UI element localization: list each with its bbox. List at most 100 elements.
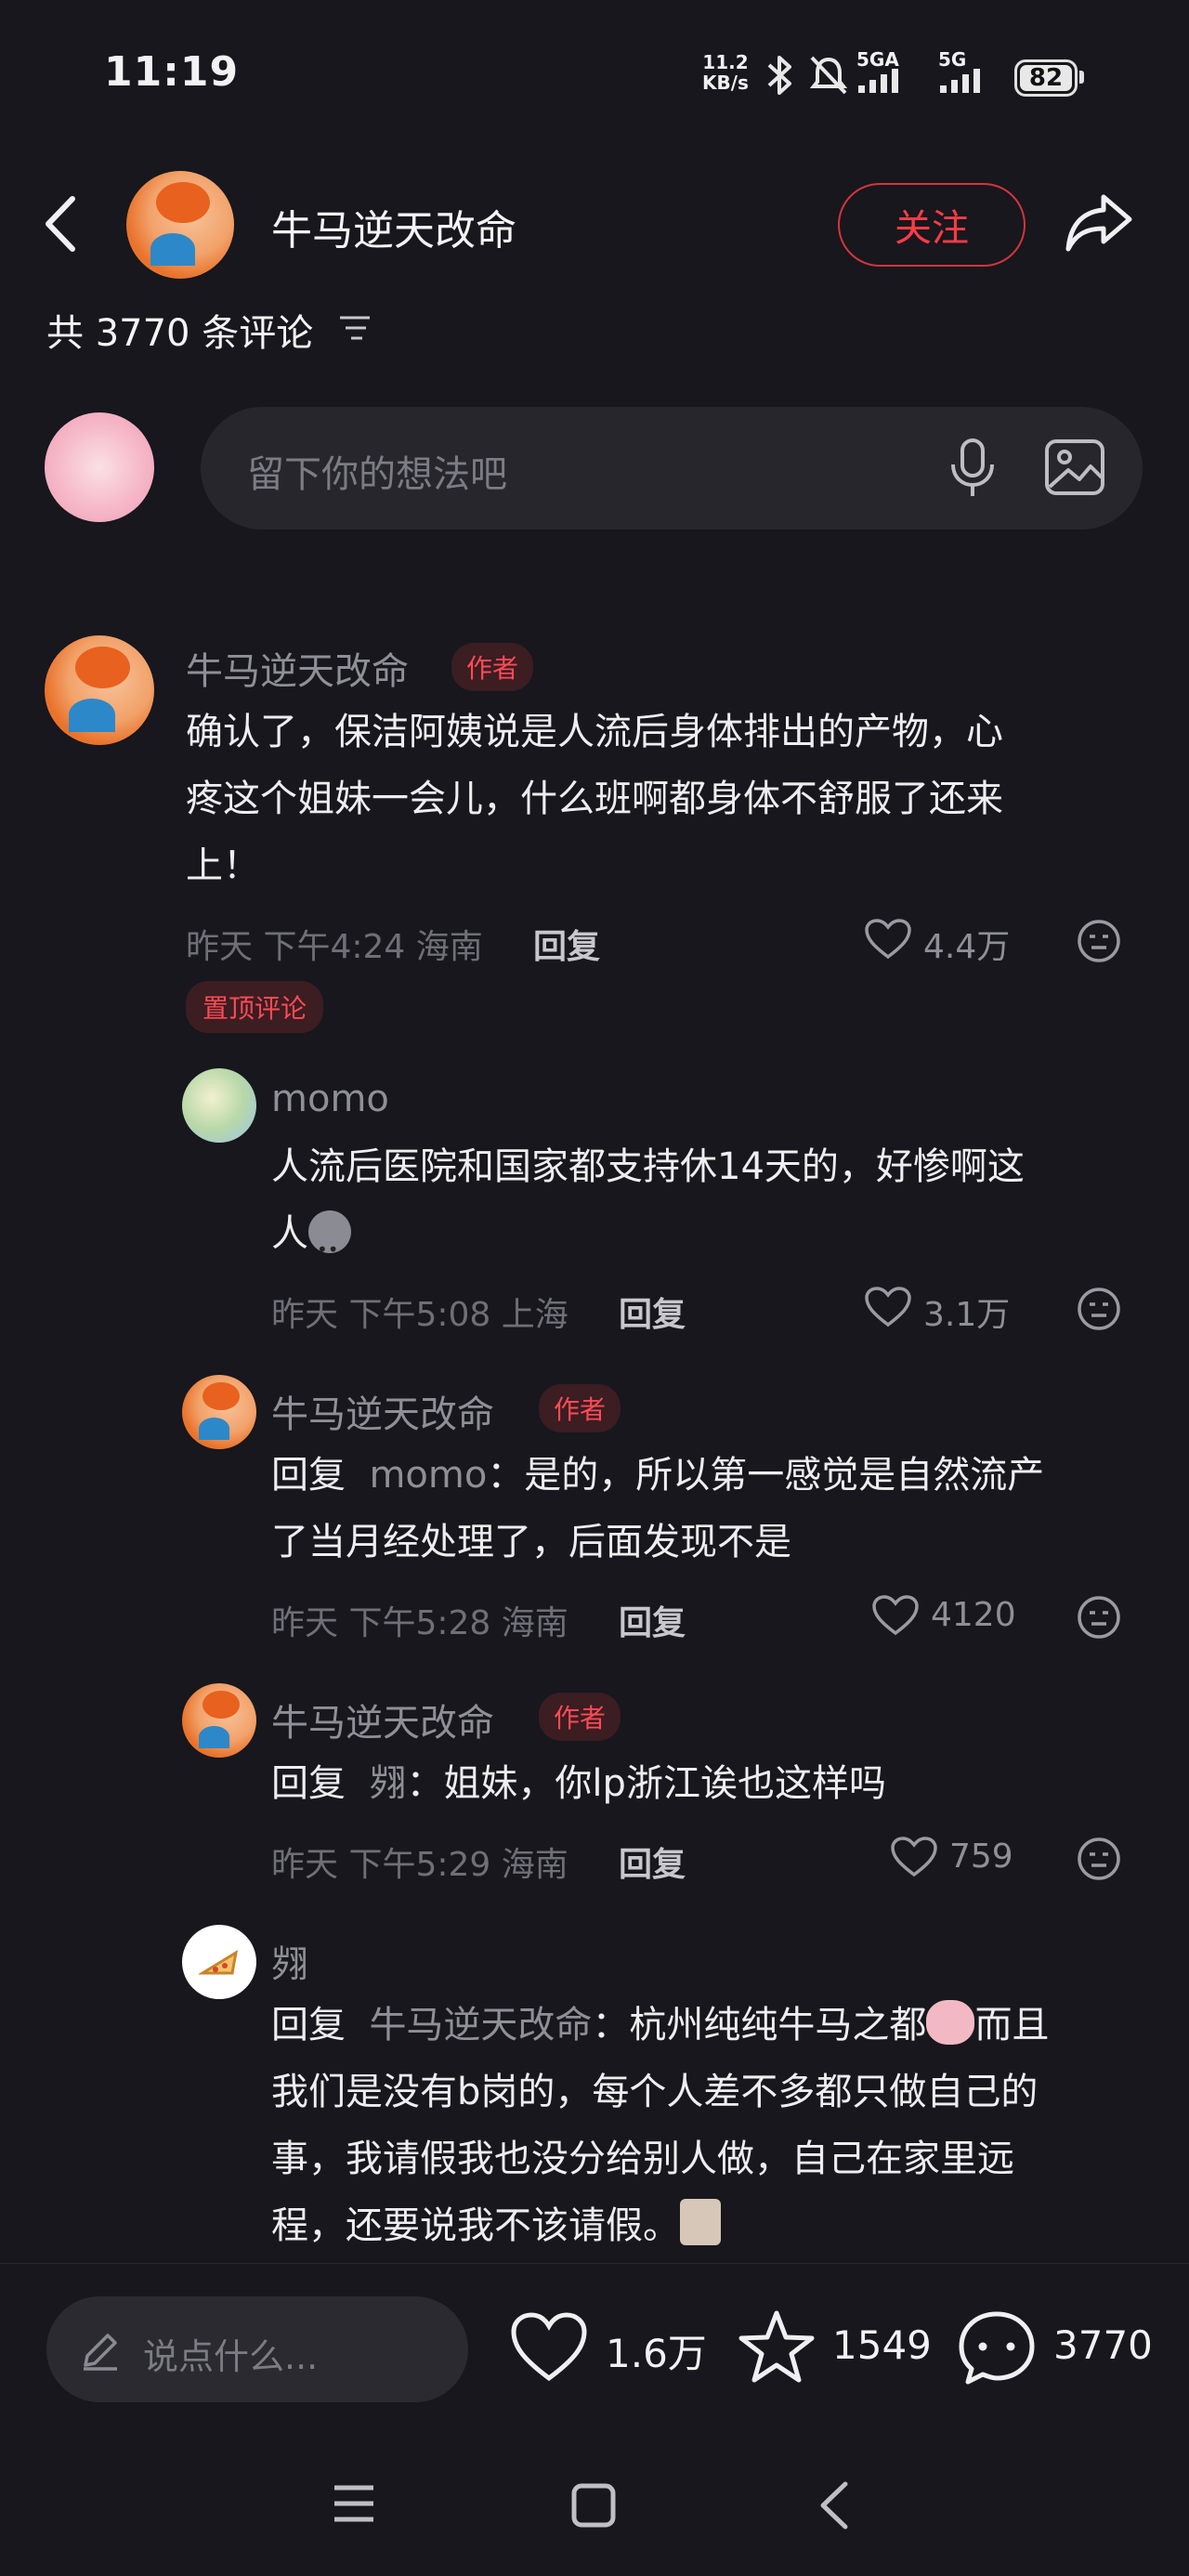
emoji-icon	[1078, 1837, 1120, 1880]
heart-icon	[872, 1595, 919, 1636]
back-arrow-icon	[46, 196, 75, 252]
signal-5ga-icon: 5GA	[856, 48, 908, 95]
like-count: 4120	[931, 1596, 1016, 1634]
commenter-avatar[interactable]	[45, 635, 154, 745]
share-icon	[1065, 194, 1132, 252]
heart-icon	[891, 1837, 937, 1877]
filter-icon	[340, 316, 370, 340]
comment-line: 事，我请假我也没分给别人做，自己在家里远	[271, 2138, 1014, 2180]
battery-tip	[1079, 71, 1084, 84]
like-button[interactable]	[890, 1836, 938, 1878]
pencil-icon	[78, 2328, 123, 2373]
comment-text: 回复 momo：是的，所以第一感觉是自然流产 了当月经处理了，后面发现不是	[271, 1442, 1044, 1576]
commenter-name[interactable]: 牛马逆天改命	[271, 1384, 494, 1438]
battery-level: 82	[1028, 64, 1064, 92]
post-favorite-count: 1549	[832, 2322, 932, 2368]
comment-text: 回复 翙：姐妹，你lp浙江诶也这样吗	[271, 1750, 886, 1817]
comment-line: 确认了，保洁阿姨说是人流后身体排出的产物，心	[186, 711, 1003, 753]
home-square-icon	[571, 2483, 616, 2528]
heart-icon	[865, 1287, 911, 1327]
comment-icon	[959, 2311, 1035, 2385]
sort-filter-button[interactable]	[336, 312, 373, 344]
like-button[interactable]	[871, 1594, 920, 1637]
microphone-icon	[951, 438, 994, 496]
network-speed-value: 11.2	[702, 51, 749, 73]
emoji-icon	[1078, 1596, 1120, 1639]
reply-button[interactable]: 回复	[533, 920, 600, 968]
share-button[interactable]	[1065, 190, 1135, 255]
network-speed-unit: KB/s	[702, 72, 749, 94]
author-tag: 作者	[451, 643, 534, 691]
commenter-name[interactable]: 牛马逆天改命	[186, 641, 409, 695]
reply-button[interactable]: 回复	[619, 1288, 686, 1336]
comment-meta: 昨天 下午4:24 海南	[186, 928, 483, 966]
back-button[interactable]	[39, 191, 82, 256]
pizza-icon	[199, 1949, 239, 1975]
emoji-icon	[1078, 920, 1120, 962]
commenter-avatar[interactable]	[182, 1375, 256, 1449]
emoji-react-button[interactable]	[1076, 1836, 1122, 1882]
heart-icon	[511, 2312, 587, 2382]
nav-home-button[interactable]	[570, 2482, 617, 2529]
back-chevron-icon	[820, 2481, 848, 2530]
reply-button[interactable]: 回复	[619, 1837, 686, 1886]
signal-5ga-label: 5GA	[856, 48, 899, 71]
author-avatar[interactable]	[126, 171, 234, 279]
author-name[interactable]: 牛马逆天改命	[271, 197, 516, 256]
commenter-name[interactable]: 翙	[271, 1934, 308, 1988]
post-comment-button[interactable]	[957, 2309, 1037, 2387]
commenter-avatar[interactable]	[182, 1068, 256, 1143]
author-tag: 作者	[539, 1384, 621, 1432]
heart-icon	[865, 919, 911, 960]
comment-input-placeholder[interactable]: 留下你的想法吧	[247, 444, 507, 498]
reply-target-name[interactable]: 牛马逆天改命	[369, 2004, 592, 2046]
voice-input-button[interactable]	[947, 437, 998, 502]
follow-button[interactable]: 关注	[838, 183, 1026, 267]
sticker-emoji-icon	[680, 2199, 721, 2245]
crying-face-emoji-icon	[926, 2000, 975, 2045]
comment-line-with-emoji: 程，还要说我不该请假。	[271, 2192, 1049, 2259]
like-button[interactable]	[864, 918, 912, 961]
comment-line: 回复 牛马逆天改命：杭州纯纯牛马之都 而且	[271, 1992, 1049, 2059]
comment-line-with-emoji: 人	[271, 1200, 1025, 1283]
post-comment-count: 3770	[1053, 2322, 1153, 2368]
nav-menu-button[interactable]	[331, 2482, 377, 2525]
comment-line: 上！	[186, 844, 260, 887]
reply-button[interactable]: 回复	[619, 1596, 686, 1644]
commenter-name[interactable]: 牛马逆天改命	[271, 1693, 494, 1746]
emoji-react-button[interactable]	[1076, 1286, 1122, 1332]
post-like-button[interactable]	[509, 2311, 589, 2384]
like-count: 3.1万	[923, 1296, 1011, 1334]
ghost-emoji-icon	[308, 1210, 351, 1283]
like-button[interactable]	[864, 1286, 912, 1328]
say-something-placeholder[interactable]: 说点什么...	[143, 2328, 318, 2379]
comment-line: 人流后医院和国家都支持休14天的，好惨啊这	[271, 1145, 1025, 1188]
emoji-react-button[interactable]	[1076, 1594, 1122, 1641]
post-favorite-button[interactable]	[738, 2308, 816, 2386]
comment-line: 人	[271, 1212, 308, 1255]
comment-line: 回复 翙：姐妹，你lp浙江诶也这样吗	[271, 1762, 886, 1805]
status-time: 11:19	[104, 48, 240, 96]
like-count: 4.4万	[923, 928, 1011, 966]
comment-meta: 昨天 下午5:08 上海	[271, 1296, 568, 1334]
comment-line: 回复 momo：是的，所以第一感觉是自然流产	[271, 1454, 1045, 1497]
comment-line: 疼这个姐妹一会儿，什么班啊都身体不舒服了还来	[186, 778, 1003, 820]
comment-line: 了当月经处理了，后面发现不是	[271, 1521, 791, 1563]
commenter-avatar[interactable]	[182, 1925, 256, 1999]
comment-count: 共 3770 条评论	[46, 312, 314, 355]
image-input-button[interactable]	[1044, 438, 1105, 496]
commenter-name[interactable]: momo	[271, 1078, 389, 1120]
commenter-avatar[interactable]	[182, 1683, 256, 1758]
comment-line: 我们是没有b岗的，每个人差不多都只做自己的	[271, 2071, 1039, 2113]
comment-meta: 昨天 下午5:28 海南	[271, 1604, 568, 1642]
post-like-count: 1.6万	[606, 2331, 707, 2376]
menu-icon	[334, 2485, 373, 2522]
emoji-react-button[interactable]	[1076, 918, 1122, 964]
mute-bell-icon	[808, 54, 849, 97]
comment-text: 回复 牛马逆天改命：杭州纯纯牛马之都 而且 我们是没有b岗的，每个人差不多都只做自…	[271, 1992, 1049, 2259]
reply-target-name[interactable]: momo	[369, 1454, 487, 1497]
reply-target-name[interactable]: 翙	[369, 1762, 406, 1805]
nav-back-button[interactable]	[816, 2478, 853, 2532]
bluetooth-icon	[764, 54, 797, 97]
image-icon	[1045, 439, 1104, 495]
